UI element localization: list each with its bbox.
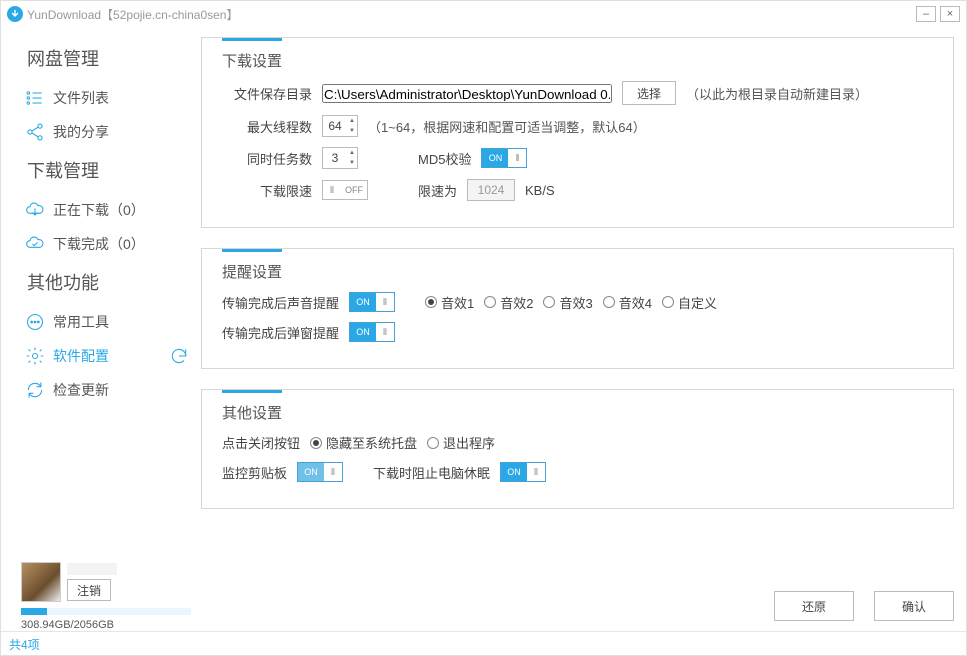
tasks-label: 同时任务数	[222, 149, 312, 168]
grip-icon: ⦀	[376, 323, 394, 341]
save-dir-hint: （以此为根目录自动新建目录）	[686, 84, 868, 103]
clip-toggle[interactable]: ON ⦀	[297, 462, 343, 482]
grip-icon: ⦀	[376, 293, 394, 311]
grip-icon: ⦀	[527, 463, 545, 481]
sidebar-item-files[interactable]: 文件列表	[21, 81, 201, 115]
threads-hint: （1~64，根据网速和配置可适当调整，默认64）	[368, 117, 646, 136]
sidebar-label: 常用工具	[53, 312, 109, 332]
md5-toggle[interactable]: ON ⦀	[481, 148, 527, 168]
close-label: 点击关闭按钮	[222, 433, 300, 452]
limit-label: 限速为	[418, 181, 457, 200]
sound-opt-1[interactable]: 音效1	[425, 293, 474, 312]
storage-progress	[21, 608, 191, 615]
up-arrow-icon[interactable]: ▲	[347, 148, 357, 158]
sidebar-label: 文件列表	[53, 88, 109, 108]
statusbar: 共4项	[1, 631, 966, 655]
sleep-label: 下载时阻止电脑休眠	[373, 463, 490, 482]
popup-toggle[interactable]: ON ⦀	[349, 322, 395, 342]
sidebar-item-config[interactable]: 软件配置	[21, 339, 201, 373]
avatar	[21, 562, 61, 602]
app-logo-icon	[7, 6, 23, 22]
limit-value[interactable]: 1024	[467, 179, 515, 201]
panel-title: 提醒设置	[222, 261, 933, 282]
user-box: 注销 308.94GB/2056GB	[21, 562, 191, 631]
grip-icon: ⦀	[324, 463, 342, 481]
cloud-download-icon	[21, 200, 49, 220]
sound-toggle[interactable]: ON ⦀	[349, 292, 395, 312]
threads-label: 最大线程数	[222, 117, 312, 136]
threads-stepper[interactable]: 64 ▲▼	[322, 115, 358, 137]
tasks-stepper[interactable]: 3 ▲▼	[322, 147, 358, 169]
list-icon	[21, 88, 49, 108]
section-cloud: 网盘管理	[27, 45, 201, 71]
sidebar: 网盘管理 文件列表 我的分享 下载管理 正在下载（0） 下载完成（0） 其他功能…	[1, 27, 201, 631]
panel-other: 其他设置 点击关闭按钮 隐藏至系统托盘 退出程序 监控剪贴板 ON ⦀ 下载时阻…	[201, 389, 954, 509]
close-opt-exit[interactable]: 退出程序	[427, 433, 495, 452]
sidebar-item-done[interactable]: 下载完成（0）	[21, 227, 201, 261]
close-opt-tray[interactable]: 隐藏至系统托盘	[310, 433, 417, 452]
reload-icon[interactable]	[165, 346, 193, 366]
limitdl-label: 下载限速	[222, 181, 312, 200]
down-arrow-icon[interactable]: ▼	[347, 158, 357, 168]
grip-icon: ⦀	[323, 181, 341, 199]
sleep-toggle[interactable]: ON ⦀	[500, 462, 546, 482]
sidebar-label: 正在下载（0）	[53, 200, 145, 220]
sound-opt-3[interactable]: 音效3	[543, 293, 592, 312]
down-arrow-icon[interactable]: ▼	[347, 126, 357, 136]
sidebar-label: 软件配置	[53, 346, 109, 366]
sidebar-item-update[interactable]: 检查更新	[21, 373, 201, 407]
select-dir-button[interactable]: 选择	[622, 81, 676, 105]
refresh-icon	[21, 380, 49, 400]
ok-button[interactable]: 确认	[874, 591, 954, 621]
sound-label: 传输完成后声音提醒	[222, 293, 339, 312]
minimize-button[interactable]: –	[916, 6, 936, 22]
sidebar-item-share[interactable]: 我的分享	[21, 115, 201, 149]
logout-button[interactable]: 注销	[67, 579, 111, 601]
limit-unit: KB/S	[525, 183, 555, 198]
sound-opt-custom[interactable]: 自定义	[662, 293, 717, 312]
panel-title: 其他设置	[222, 402, 933, 423]
sidebar-label: 我的分享	[53, 122, 109, 142]
sidebar-label: 检查更新	[53, 380, 109, 400]
content: 下载设置 文件保存目录 选择 （以此为根目录自动新建目录） 最大线程数 64 ▲…	[201, 27, 966, 631]
md5-label: MD5校验	[418, 149, 471, 168]
save-dir-input[interactable]	[322, 84, 612, 103]
cloud-done-icon	[21, 234, 49, 254]
gear-icon	[21, 346, 49, 366]
limitdl-toggle[interactable]: OFF ⦀	[322, 180, 368, 200]
grip-icon: ⦀	[508, 149, 526, 167]
up-arrow-icon[interactable]: ▲	[347, 116, 357, 126]
share-icon	[21, 122, 49, 142]
sidebar-label: 下载完成（0）	[53, 234, 145, 254]
sound-opt-2[interactable]: 音效2	[484, 293, 533, 312]
dots-icon	[21, 312, 49, 332]
section-other: 其他功能	[27, 269, 201, 295]
save-dir-label: 文件保存目录	[222, 84, 312, 103]
panel-title: 下载设置	[222, 50, 933, 71]
titlebar: YunDownload【52pojie.cn-china0sen】 – ×	[1, 1, 966, 27]
close-button[interactable]: ×	[940, 6, 960, 22]
popup-label: 传输完成后弹窗提醒	[222, 323, 339, 342]
window-title: YunDownload【52pojie.cn-china0sen】	[27, 6, 238, 23]
panel-download: 下载设置 文件保存目录 选择 （以此为根目录自动新建目录） 最大线程数 64 ▲…	[201, 37, 954, 228]
clip-label: 监控剪贴板	[222, 463, 287, 482]
panel-notify: 提醒设置 传输完成后声音提醒 ON ⦀ 音效1 音效2 音效3 音效4 自定义 …	[201, 248, 954, 369]
storage-text: 308.94GB/2056GB	[21, 619, 191, 631]
username	[67, 563, 117, 575]
status-text: 共4项	[9, 638, 40, 652]
sidebar-item-tools[interactable]: 常用工具	[21, 305, 201, 339]
restore-button[interactable]: 还原	[774, 591, 854, 621]
sidebar-item-downloading[interactable]: 正在下载（0）	[21, 193, 201, 227]
sound-opt-4[interactable]: 音效4	[603, 293, 652, 312]
section-download: 下载管理	[27, 157, 201, 183]
